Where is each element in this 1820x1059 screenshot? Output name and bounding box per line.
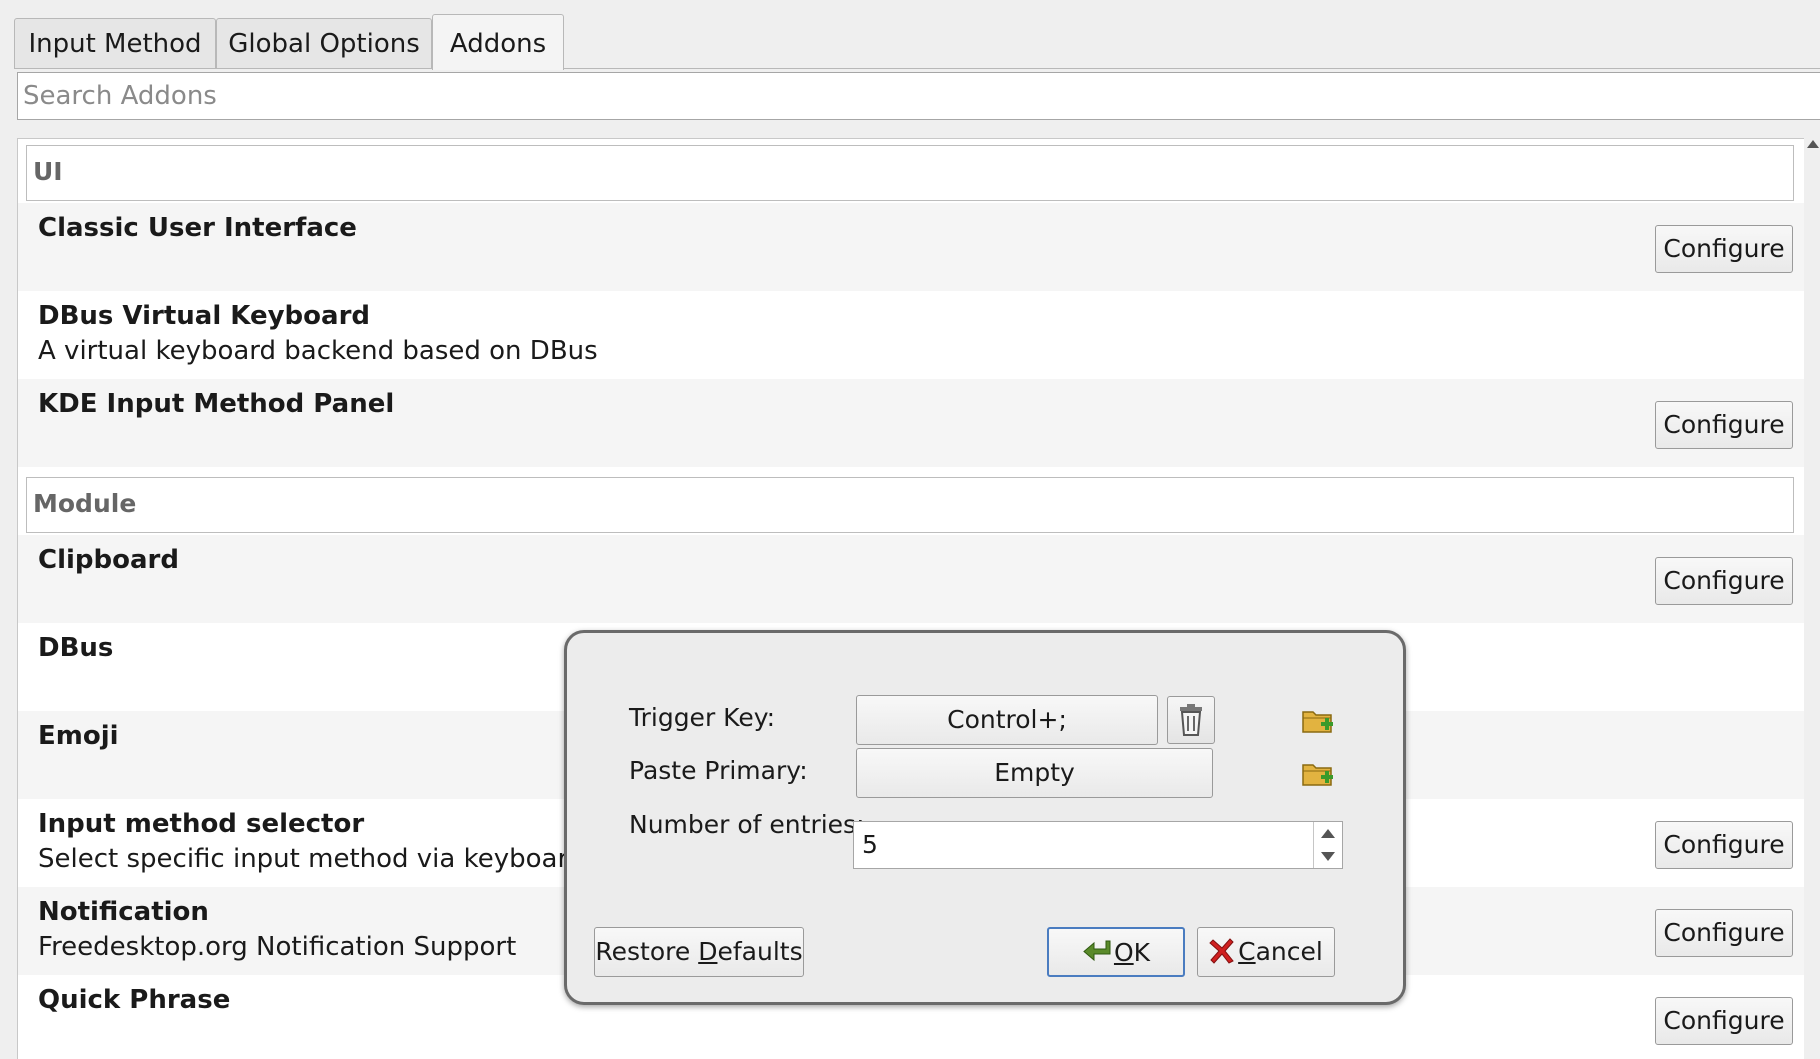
entries-value[interactable]: 5: [862, 822, 878, 868]
entries-label: Number of entries:: [629, 810, 865, 839]
vertical-scrollbar[interactable]: [1806, 138, 1820, 1058]
addon-title: DBus: [38, 633, 114, 663]
addon-title: Notification: [38, 897, 209, 927]
tab-divider: [14, 68, 1820, 69]
addon-description: Freedesktop.org Notification Support: [38, 932, 517, 962]
addon-row-dbus-virtual-keyboard[interactable]: DBus Virtual Keyboard A virtual keyboard…: [18, 291, 1804, 379]
addon-row-clipboard[interactable]: Clipboard Configure: [18, 535, 1804, 623]
spin-controls[interactable]: [1313, 822, 1342, 868]
tab-bar: Input Method Global Options Addons: [0, 0, 1820, 70]
addon-title: Input method selector: [38, 809, 365, 839]
restore-label-prefix: Restore: [595, 937, 699, 966]
addon-title: Classic User Interface: [38, 213, 357, 243]
green-arrow-icon: [1083, 940, 1111, 962]
configure-button[interactable]: Configure: [1655, 997, 1793, 1045]
addon-title: DBus Virtual Keyboard: [38, 301, 371, 331]
tab-global-options[interactable]: Global Options: [216, 18, 432, 68]
cancel-label-suffix: ancel: [1255, 937, 1323, 966]
red-x-icon: [1209, 938, 1234, 964]
addon-row-classic-ui[interactable]: Classic User Interface Configure: [18, 203, 1804, 291]
cancel-mnemonic: C: [1238, 937, 1256, 966]
configure-button[interactable]: Configure: [1655, 557, 1793, 605]
paste-primary-button[interactable]: Empty: [856, 748, 1213, 798]
addon-title: KDE Input Method Panel: [38, 389, 395, 419]
trigger-key-label: Trigger Key:: [629, 703, 776, 732]
addon-title: Clipboard: [38, 545, 179, 575]
restore-mnemonic: D: [698, 937, 718, 966]
configure-button[interactable]: Configure: [1655, 401, 1793, 449]
addon-row-kde-panel[interactable]: KDE Input Method Panel Configure: [18, 379, 1804, 467]
folder-add-icon[interactable]: [1301, 703, 1335, 737]
cancel-button[interactable]: Cancel: [1197, 927, 1335, 977]
category-header-ui: UI: [26, 145, 1794, 201]
tab-input-method[interactable]: Input Method: [14, 18, 216, 68]
search-input[interactable]: [17, 72, 1820, 120]
spin-up-icon[interactable]: [1321, 829, 1335, 838]
restore-label-suffix: efaults: [717, 937, 803, 966]
category-header-module: Module: [26, 477, 1794, 533]
configure-button[interactable]: Configure: [1655, 821, 1793, 869]
trigger-key-button[interactable]: Control+;: [856, 695, 1158, 745]
addon-title: Emoji: [38, 721, 119, 751]
ok-mnemonic: O: [1113, 938, 1134, 967]
addon-description: Select specific input method via keyboar…: [38, 844, 585, 874]
restore-defaults-button[interactable]: Restore Defaults: [594, 927, 804, 977]
delete-key-button[interactable]: [1167, 696, 1215, 744]
addon-description: A virtual keyboard backend based on DBus: [38, 336, 598, 366]
entries-spinbox[interactable]: 5: [853, 821, 1343, 869]
configure-button[interactable]: Configure: [1655, 909, 1793, 957]
ok-label-suffix: K: [1133, 938, 1151, 967]
scroll-up-arrow-icon[interactable]: [1807, 140, 1819, 148]
ok-button[interactable]: OK: [1047, 927, 1185, 977]
folder-add-icon[interactable]: [1301, 756, 1335, 790]
addon-title: Quick Phrase: [38, 985, 231, 1015]
paste-primary-label: Paste Primary:: [629, 756, 808, 785]
trash-icon: [1180, 704, 1202, 736]
tab-addons[interactable]: Addons: [432, 14, 564, 70]
clipboard-config-dialog: Trigger Key: Control+; Paste Primary: Em…: [564, 630, 1406, 1005]
configure-button[interactable]: Configure: [1655, 225, 1793, 273]
spin-down-icon[interactable]: [1321, 852, 1335, 861]
